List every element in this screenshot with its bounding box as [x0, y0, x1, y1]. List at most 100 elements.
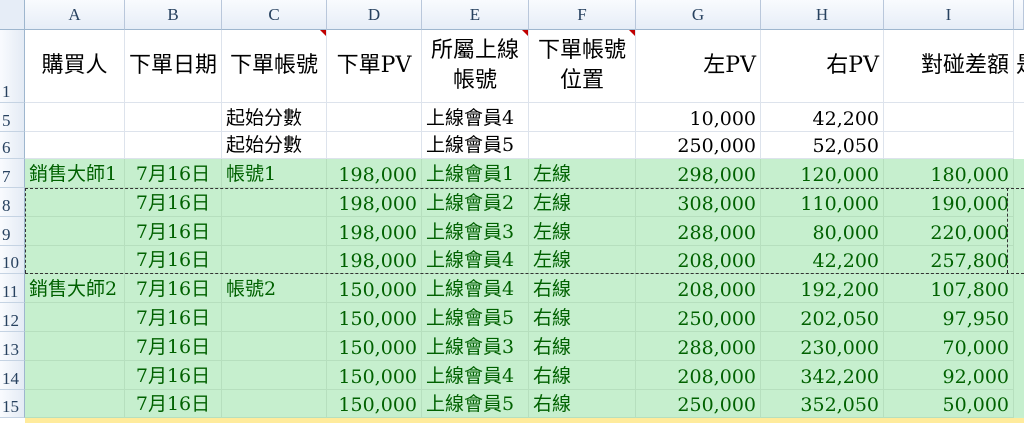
cell-e6[interactable]: 上線會員5: [422, 132, 529, 159]
cell-g5[interactable]: 10,000: [636, 103, 761, 132]
cell-right-pv[interactable]: 110,000: [761, 188, 884, 217]
cell-order-pv[interactable]: 150,000: [327, 390, 422, 418]
cell-position[interactable]: 左線: [529, 159, 636, 188]
cell-order-pv[interactable]: 150,000: [327, 361, 422, 390]
column-header-c[interactable]: C: [222, 0, 327, 30]
column-header-h[interactable]: H: [761, 0, 884, 30]
cell-account[interactable]: [222, 188, 327, 217]
cell-buyer[interactable]: [25, 217, 125, 246]
column-header-i[interactable]: I: [884, 0, 1014, 30]
cell-position[interactable]: 左線: [529, 188, 636, 217]
column-header-d[interactable]: D: [327, 0, 422, 30]
cell-order-pv[interactable]: 198,000: [327, 159, 422, 188]
cell-position[interactable]: 右線: [529, 332, 636, 361]
cell-f6[interactable]: [529, 132, 636, 159]
cell-difference[interactable]: 50,000: [884, 390, 1014, 418]
cell-left-pv[interactable]: 298,000: [636, 159, 761, 188]
cell-i6[interactable]: [884, 132, 1014, 159]
cell-account[interactable]: 帳號2: [222, 274, 327, 303]
cell-account[interactable]: [222, 246, 327, 274]
cell-date[interactable]: 7月16日: [125, 332, 222, 361]
header-cell-order-account[interactable]: 下單帳號: [222, 30, 327, 103]
row-header-14[interactable]: 14: [0, 361, 25, 390]
cell-position[interactable]: 右線: [529, 361, 636, 390]
cell-account[interactable]: 帳號1: [222, 159, 327, 188]
cell-left-pv[interactable]: 288,000: [636, 332, 761, 361]
header-cell-next[interactable]: 是: [1014, 30, 1024, 103]
column-header-f[interactable]: F: [529, 0, 636, 30]
cell-date[interactable]: 7月16日: [125, 188, 222, 217]
cell-upline[interactable]: 上線會員5: [422, 303, 529, 332]
column-header-b[interactable]: B: [125, 0, 222, 30]
header-cell-right-pv[interactable]: 右PV: [761, 30, 884, 103]
cell-d5[interactable]: [327, 103, 422, 132]
cell-date[interactable]: 7月16日: [125, 361, 222, 390]
cell-difference[interactable]: 220,000: [884, 217, 1014, 246]
header-cell-order-pv[interactable]: 下單PV: [327, 30, 422, 103]
cell-date[interactable]: 7月16日: [125, 217, 222, 246]
cell-difference[interactable]: 92,000: [884, 361, 1014, 390]
cell-buyer[interactable]: 銷售大師2: [25, 274, 125, 303]
spreadsheet[interactable]: A B C D E F G H I 1 購買人 下單日期 下單帳號 下單PV 所…: [0, 0, 1024, 423]
cell-position[interactable]: 左線: [529, 246, 636, 274]
cell-a6[interactable]: [25, 132, 125, 159]
cell-h5[interactable]: 42,200: [761, 103, 884, 132]
cell-buyer[interactable]: [25, 303, 125, 332]
cell-right-pv[interactable]: 202,050: [761, 303, 884, 332]
cell-difference[interactable]: 190,000: [884, 188, 1014, 217]
cell-order-pv[interactable]: 150,000: [327, 332, 422, 361]
cell-date[interactable]: 7月16日: [125, 159, 222, 188]
cell-right-pv[interactable]: 80,000: [761, 217, 884, 246]
cell-left-pv[interactable]: 288,000: [636, 217, 761, 246]
cell-account[interactable]: [222, 303, 327, 332]
cell-buyer[interactable]: [25, 390, 125, 418]
cell-left-pv[interactable]: 208,000: [636, 246, 761, 274]
cell-upline[interactable]: 上線會員5: [422, 390, 529, 418]
cell-b6[interactable]: [125, 132, 222, 159]
cell-d6[interactable]: [327, 132, 422, 159]
cell-difference[interactable]: 257,800: [884, 246, 1014, 274]
cell-position[interactable]: 右線: [529, 390, 636, 418]
cell-b5[interactable]: [125, 103, 222, 132]
cell-g6[interactable]: 250,000: [636, 132, 761, 159]
cell-left-pv[interactable]: 208,000: [636, 274, 761, 303]
cell-difference[interactable]: 107,800: [884, 274, 1014, 303]
cell-buyer[interactable]: 銷售大師1: [25, 159, 125, 188]
cell-i5[interactable]: [884, 103, 1014, 132]
cell-left-pv[interactable]: 250,000: [636, 303, 761, 332]
cell-right-pv[interactable]: 230,000: [761, 332, 884, 361]
cell-h6[interactable]: 52,050: [761, 132, 884, 159]
row-header-13[interactable]: 13: [0, 332, 25, 361]
cell-buyer[interactable]: [25, 246, 125, 274]
column-header-g[interactable]: G: [636, 0, 761, 30]
cell-date[interactable]: 7月16日: [125, 274, 222, 303]
header-cell-position[interactable]: 下單帳號位置: [529, 30, 636, 103]
row-header-15[interactable]: 15: [0, 390, 25, 418]
cell-account[interactable]: [222, 217, 327, 246]
row-header-9[interactable]: 9: [0, 217, 25, 246]
cell-left-pv[interactable]: 308,000: [636, 188, 761, 217]
cell-position[interactable]: 右線: [529, 274, 636, 303]
cell-order-pv[interactable]: 198,000: [327, 217, 422, 246]
cell-left-pv[interactable]: 250,000: [636, 390, 761, 418]
cell-difference[interactable]: 180,000: [884, 159, 1014, 188]
cell-e5[interactable]: 上線會員4: [422, 103, 529, 132]
cell-date[interactable]: 7月16日: [125, 303, 222, 332]
cell-right-pv[interactable]: 42,200: [761, 246, 884, 274]
column-header-e[interactable]: E: [422, 0, 529, 30]
cell-c5[interactable]: 起始分數: [222, 103, 327, 132]
cell-right-pv[interactable]: 342,200: [761, 361, 884, 390]
cell-upline[interactable]: 上線會員3: [422, 332, 529, 361]
cell-a5[interactable]: [25, 103, 125, 132]
cell-position[interactable]: 左線: [529, 217, 636, 246]
cell-upline[interactable]: 上線會員3: [422, 217, 529, 246]
header-cell-difference[interactable]: 對碰差額: [884, 30, 1014, 103]
cell-order-pv[interactable]: 198,000: [327, 188, 422, 217]
row-header-8[interactable]: 8: [0, 188, 25, 217]
row-header-1[interactable]: 1: [0, 30, 25, 103]
cell-date[interactable]: 7月16日: [125, 390, 222, 418]
header-cell-order-date[interactable]: 下單日期: [125, 30, 222, 103]
row-header-12[interactable]: 12: [0, 303, 25, 332]
cell-order-pv[interactable]: 150,000: [327, 274, 422, 303]
cell-right-pv[interactable]: 352,050: [761, 390, 884, 418]
